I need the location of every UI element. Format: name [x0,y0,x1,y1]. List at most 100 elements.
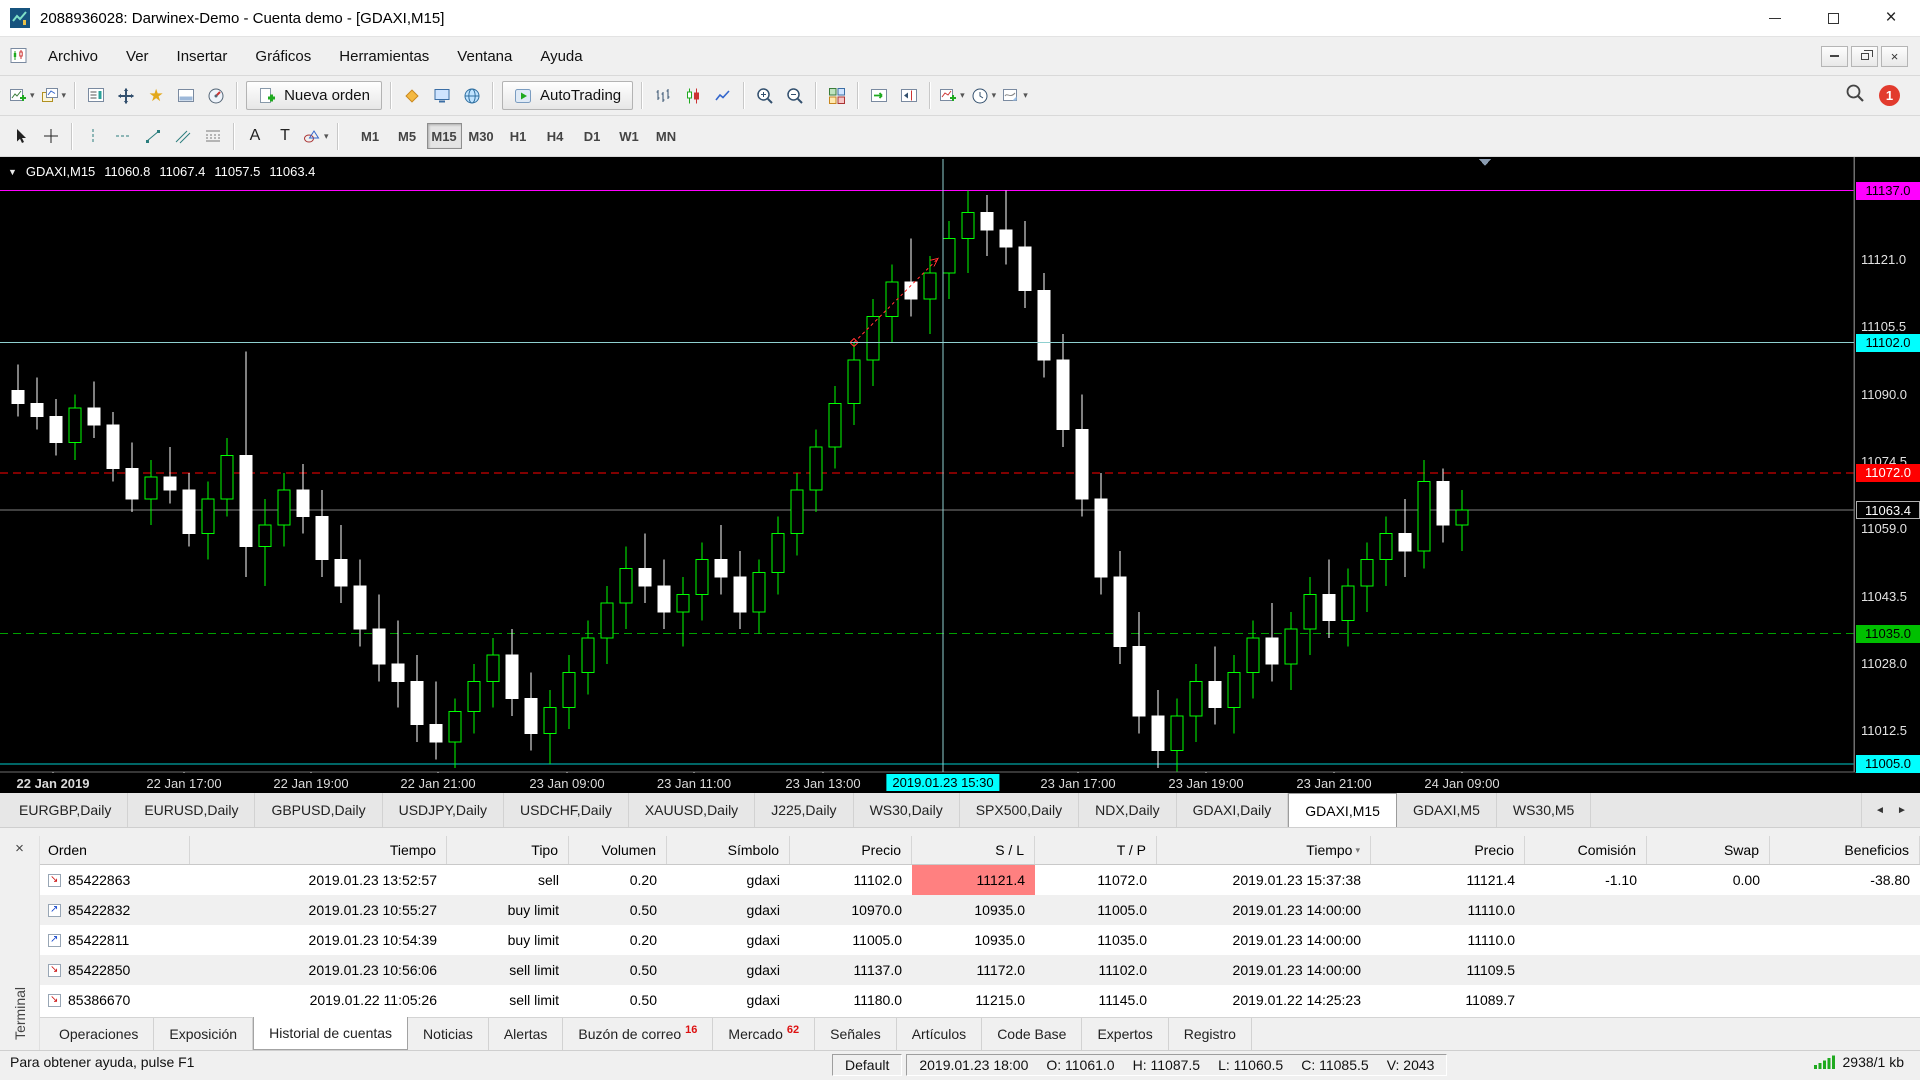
column-header-precio_cierre[interactable]: Precio [1371,836,1525,864]
one-click-trading-arrow[interactable]: ▼ [8,167,17,177]
menu-gr-ficos[interactable]: Gráficos [241,37,325,75]
terminal-tab-registro[interactable]: Registro [1169,1018,1252,1050]
label-tool-button[interactable]: T [270,121,300,151]
channel-tool-button[interactable] [168,121,198,151]
auto-scroll-button[interactable] [864,81,894,111]
timeframe-mn[interactable]: MN [649,123,684,149]
menu-archivo[interactable]: Archivo [34,37,112,75]
time-axis[interactable]: 22 Jan 201922 Jan 17:0022 Jan 19:0022 Ja… [0,773,1854,793]
chart-tab-eurusd-daily[interactable]: EURUSD,Daily [128,793,255,827]
terminal-tab-code-base[interactable]: Code Base [982,1018,1082,1050]
column-header-tiempo[interactable]: Tiempo [190,836,447,864]
column-header-swap[interactable]: Swap [1647,836,1770,864]
timeframe-m15[interactable]: M15 [427,123,462,149]
table-row[interactable]: 854228112019.01.23 10:54:39buy limit0.20… [40,925,1920,955]
column-header-sl[interactable]: S / L [912,836,1035,864]
profiles-button[interactable]: ▾ [38,81,70,111]
table-row[interactable]: 854228632019.01.23 13:52:57sell0.20gdaxi… [40,865,1920,895]
terminal-tab-art-culos[interactable]: Artículos [897,1018,982,1050]
terminal-tab-historial-de-cuentas[interactable]: Historial de cuentas [253,1017,408,1050]
profile-selector[interactable]: Default [832,1054,902,1076]
chart-tab-usdchf-daily[interactable]: USDCHF,Daily [504,793,629,827]
table-row[interactable]: 853866702019.01.22 11:05:26sell limit0.5… [40,985,1920,1015]
chart-tab-spx500-daily[interactable]: SPX500,Daily [960,793,1079,827]
terminal-tab-noticias[interactable]: Noticias [408,1018,489,1050]
column-header-volumen[interactable]: Volumen [569,836,667,864]
column-header-tp[interactable]: T / P [1035,836,1157,864]
close-button[interactable]: × [1862,0,1920,36]
timeframe-h4[interactable]: H4 [538,123,573,149]
timeframe-w1[interactable]: W1 [612,123,647,149]
community-button[interactable] [457,81,487,111]
navigator-button[interactable]: ★ [141,81,171,111]
fibonacci-tool-button[interactable] [198,121,228,151]
notification-badge[interactable]: 1 [1879,85,1900,106]
new-order-button[interactable]: Nueva orden [246,81,382,110]
chart-window-icon[interactable] [10,47,28,65]
chart-tab-ws30-daily[interactable]: WS30,Daily [854,793,960,827]
market-watch-button[interactable] [81,81,111,111]
terminal-tab-expertos[interactable]: Expertos [1082,1018,1168,1050]
data-window-button[interactable] [111,81,141,111]
terminal-tab-operaciones[interactable]: Operaciones [44,1018,154,1050]
chart-tab-gdaxi-m15[interactable]: GDAXI,M15 [1288,793,1397,827]
tab-scroll-left-button[interactable]: ◄ [1870,800,1890,820]
search-icon[interactable] [1845,83,1865,108]
vertical-line-tool-button[interactable] [78,121,108,151]
pointer-tool-button[interactable] [6,121,36,151]
periods-button[interactable]: ▾ [968,81,1000,111]
chart-tab-gdaxi-m5[interactable]: GDAXI,M5 [1397,793,1497,827]
price-scale[interactable]: 11121.011105.511090.011074.511059.011043… [1854,157,1920,772]
terminal-tab-alertas[interactable]: Alertas [489,1018,564,1050]
chart-tab-xauusd-daily[interactable]: XAUUSD,Daily [629,793,755,827]
line-chart-mode-button[interactable] [708,81,738,111]
horizontal-line-tool-button[interactable] [108,121,138,151]
terminal-button[interactable] [171,81,201,111]
trendline-tool-button[interactable] [138,121,168,151]
chart-restore-button[interactable] [1851,46,1878,67]
metaeditor-button[interactable] [397,81,427,111]
terminal-tab-exposici-n[interactable]: Exposición [154,1018,253,1050]
terminal-tab-buz-n-de-correo[interactable]: Buzón de correo16 [563,1018,713,1050]
shapes-tool-button[interactable]: ▾ [300,121,332,151]
chart-tab-gdaxi-daily[interactable]: GDAXI,Daily [1177,793,1289,827]
timeframe-h1[interactable]: H1 [501,123,536,149]
chart-tab-ws30-m5[interactable]: WS30,M5 [1497,793,1591,827]
menu-herramientas[interactable]: Herramientas [325,37,443,75]
indicators-button[interactable]: ▾ [936,81,968,111]
crosshair-tool-button[interactable] [36,121,66,151]
chart-tab-usdjpy-daily[interactable]: USDJPY,Daily [383,793,504,827]
menu-insertar[interactable]: Insertar [163,37,242,75]
column-header-tiempo_cierre[interactable]: Tiempo▾ [1157,836,1371,864]
column-header-precio[interactable]: Precio [790,836,912,864]
column-header-beneficios[interactable]: Beneficios [1770,836,1920,864]
bar-chart-mode-button[interactable] [648,81,678,111]
tile-windows-button[interactable] [822,81,852,111]
menu-ventana[interactable]: Ventana [443,37,526,75]
timeframe-m1[interactable]: M1 [353,123,388,149]
templates-button[interactable]: ▾ [999,81,1031,111]
menu-ayuda[interactable]: Ayuda [526,37,596,75]
column-header-tipo[interactable]: Tipo [447,836,569,864]
zoom-in-button[interactable] [750,81,780,111]
chart-shift-button[interactable] [894,81,924,111]
chart-upload-button[interactable] [427,81,457,111]
text-tool-button[interactable]: A [240,121,270,151]
chart-minimize-button[interactable] [1821,46,1848,67]
tab-scroll-right-button[interactable]: ► [1892,800,1912,820]
new-chart-button[interactable]: ▾ [6,81,38,111]
timeframe-m30[interactable]: M30 [464,123,499,149]
autotrading-button[interactable]: AutoTrading [502,81,633,110]
zoom-out-button[interactable] [780,81,810,111]
maximize-button[interactable] [1804,0,1862,36]
table-row[interactable]: 854228322019.01.23 10:55:27buy limit0.50… [40,895,1920,925]
terminal-close-button[interactable]: × [0,836,39,860]
terminal-tab-mercado[interactable]: Mercado62 [713,1018,815,1050]
table-row[interactable]: 854228502019.01.23 10:56:06sell limit0.5… [40,955,1920,985]
candlestick-mode-button[interactable] [678,81,708,111]
chart-area[interactable]: ▼ GDAXI,M15 11060.8 11067.4 11057.5 1106… [0,157,1920,793]
chart-tab-ndx-daily[interactable]: NDX,Daily [1079,793,1177,827]
chart-tab-eurgbp-daily[interactable]: EURGBP,Daily [3,793,128,827]
minimize-button[interactable] [1746,0,1804,36]
chart-close-button[interactable]: × [1881,46,1908,67]
